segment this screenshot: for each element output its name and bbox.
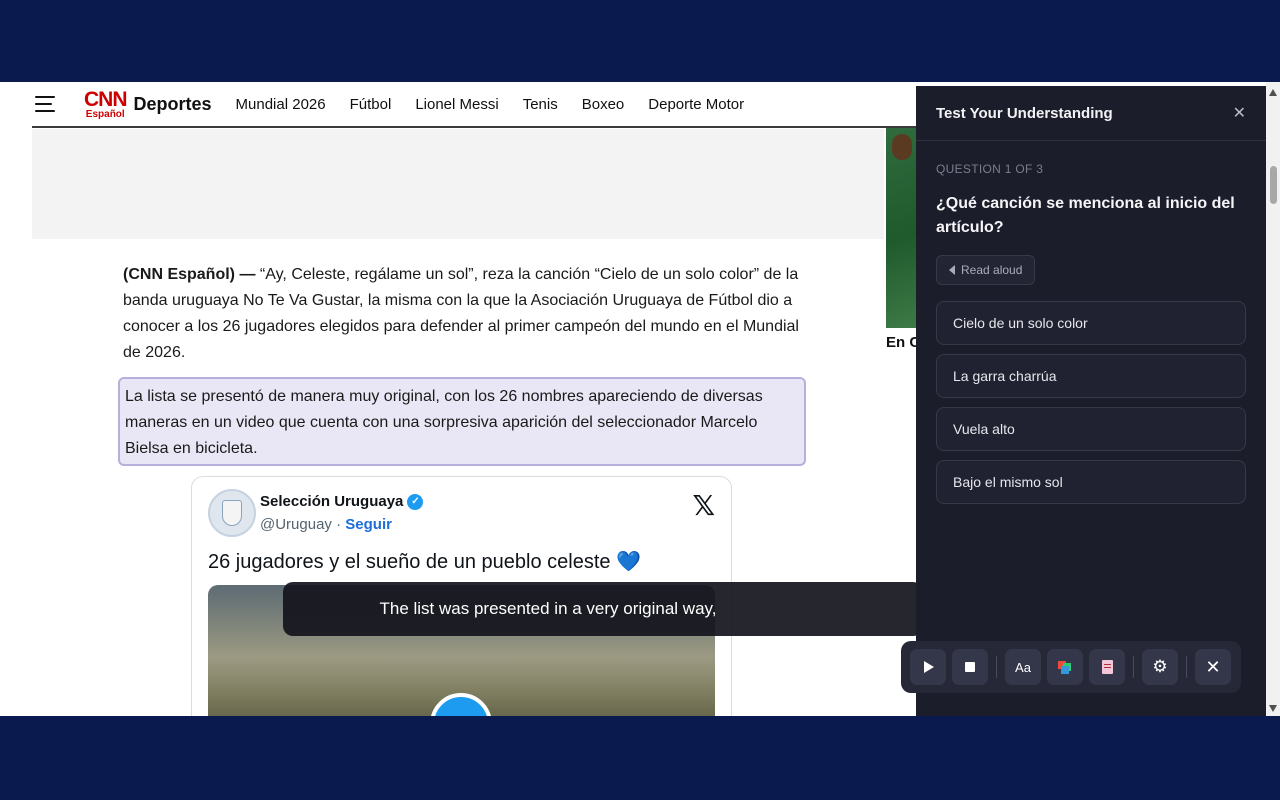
page-scrollbar[interactable] [1266, 82, 1280, 716]
scroll-thumb[interactable] [1270, 166, 1277, 204]
follow-link[interactable]: Seguir [345, 516, 392, 533]
hamburger-menu-icon[interactable] [35, 96, 55, 112]
verified-badge-icon: ✓ [407, 493, 424, 510]
tweet-handle[interactable]: @Uruguay [260, 516, 332, 533]
font-settings-button[interactable]: Aa [1005, 649, 1041, 685]
stop-icon [965, 662, 975, 672]
teaser-caption[interactable]: En C [886, 334, 916, 351]
article-body: (CNN Español) — “Ay, Celeste, regálame u… [123, 262, 803, 366]
tts-caption-bar: The list was presented in a very origina… [283, 582, 923, 636]
logo-sub: Español [85, 108, 125, 120]
quiz-panel: Test Your Understanding ✕ QUESTION 1 OF … [916, 86, 1266, 716]
nav-link-futbol[interactable]: Fútbol [350, 96, 392, 113]
play-icon [924, 661, 934, 673]
play-video-icon[interactable] [430, 693, 492, 716]
toolbar-divider [1186, 656, 1187, 678]
nav-link-boxeo[interactable]: Boxeo [582, 96, 625, 113]
quiz-close-icon[interactable]: ✕ [1233, 103, 1246, 123]
quiz-title: Test Your Understanding [936, 104, 1113, 122]
answer-option-1[interactable]: Cielo de un solo color [936, 301, 1246, 345]
tweet-handle-row: @Uruguay · Seguir [260, 516, 392, 533]
reader-toolbar: Aa ⚙ ✕ [901, 641, 1241, 693]
tweet-avatar[interactable] [208, 489, 256, 537]
read-aloud-label: Read aloud [961, 263, 1023, 277]
tweet-text: 26 jugadores y el sueño de un pueblo cel… [208, 549, 641, 574]
logo-main: CNN [84, 87, 127, 111]
cnn-logo[interactable]: CNN Español [84, 89, 127, 120]
close-icon: ✕ [1205, 656, 1221, 678]
quiz-header: Test Your Understanding ✕ [916, 86, 1266, 141]
nav-link-mundial[interactable]: Mundial 2026 [236, 96, 326, 113]
document-icon [1101, 660, 1113, 674]
toolbar-divider [1133, 656, 1134, 678]
gear-icon: ⚙ [1152, 657, 1168, 677]
crest-icon [222, 500, 242, 526]
nav-link-motor[interactable]: Deporte Motor [648, 96, 744, 113]
close-toolbar-button[interactable]: ✕ [1195, 649, 1231, 685]
speaker-icon [949, 265, 955, 275]
answer-options: Cielo de un solo color La garra charrúa … [936, 301, 1246, 504]
stop-button[interactable] [952, 649, 988, 685]
scroll-up-arrow-icon[interactable] [1269, 89, 1277, 96]
nav-link-messi[interactable]: Lionel Messi [415, 96, 498, 113]
answer-option-2[interactable]: La garra charrúa [936, 354, 1246, 398]
article-paragraph-1: (CNN Español) — “Ay, Celeste, regálame u… [123, 262, 803, 366]
tweet-author[interactable]: Selección Uruguaya ✓ [260, 493, 424, 510]
handle-separator: · [331, 516, 346, 533]
play-button[interactable] [910, 649, 946, 685]
main-nav: Mundial 2026 Fútbol Lionel Messi Tenis B… [236, 96, 745, 113]
read-aloud-button[interactable]: Read aloud [936, 255, 1036, 285]
x-logo-icon[interactable]: 𝕏 [692, 489, 715, 522]
tweet-author-name: Selección Uruguaya [260, 493, 404, 510]
ad-placeholder [32, 129, 884, 239]
color-theme-button[interactable] [1047, 649, 1083, 685]
teaser-image[interactable] [886, 128, 916, 328]
document-button[interactable] [1089, 649, 1125, 685]
toolbar-divider [996, 656, 997, 678]
tweet-text-body: 26 jugadores y el sueño de un pueblo cel… [208, 551, 611, 573]
highlighted-paragraph: La lista se presentó de manera muy origi… [118, 377, 806, 466]
color-palette-icon [1058, 661, 1072, 674]
section-title[interactable]: Deportes [134, 94, 212, 115]
browser-viewport: CNN Español Deportes Mundial 2026 Fútbol… [0, 82, 1280, 716]
scroll-down-arrow-icon[interactable] [1269, 705, 1277, 712]
site-header: CNN Español Deportes Mundial 2026 Fútbol… [32, 82, 916, 128]
article-source: (CNN Español) — [123, 266, 256, 283]
answer-option-4[interactable]: Bajo el mismo sol [936, 460, 1246, 504]
settings-button[interactable]: ⚙ [1142, 649, 1178, 685]
question-counter: QUESTION 1 OF 3 [936, 162, 1044, 176]
blue-heart-icon: 💙 [616, 551, 641, 573]
question-text: ¿Qué canción se menciona al inicio del a… [936, 195, 1235, 236]
answer-option-3[interactable]: Vuela alto [936, 407, 1246, 451]
nav-link-tenis[interactable]: Tenis [523, 96, 558, 113]
